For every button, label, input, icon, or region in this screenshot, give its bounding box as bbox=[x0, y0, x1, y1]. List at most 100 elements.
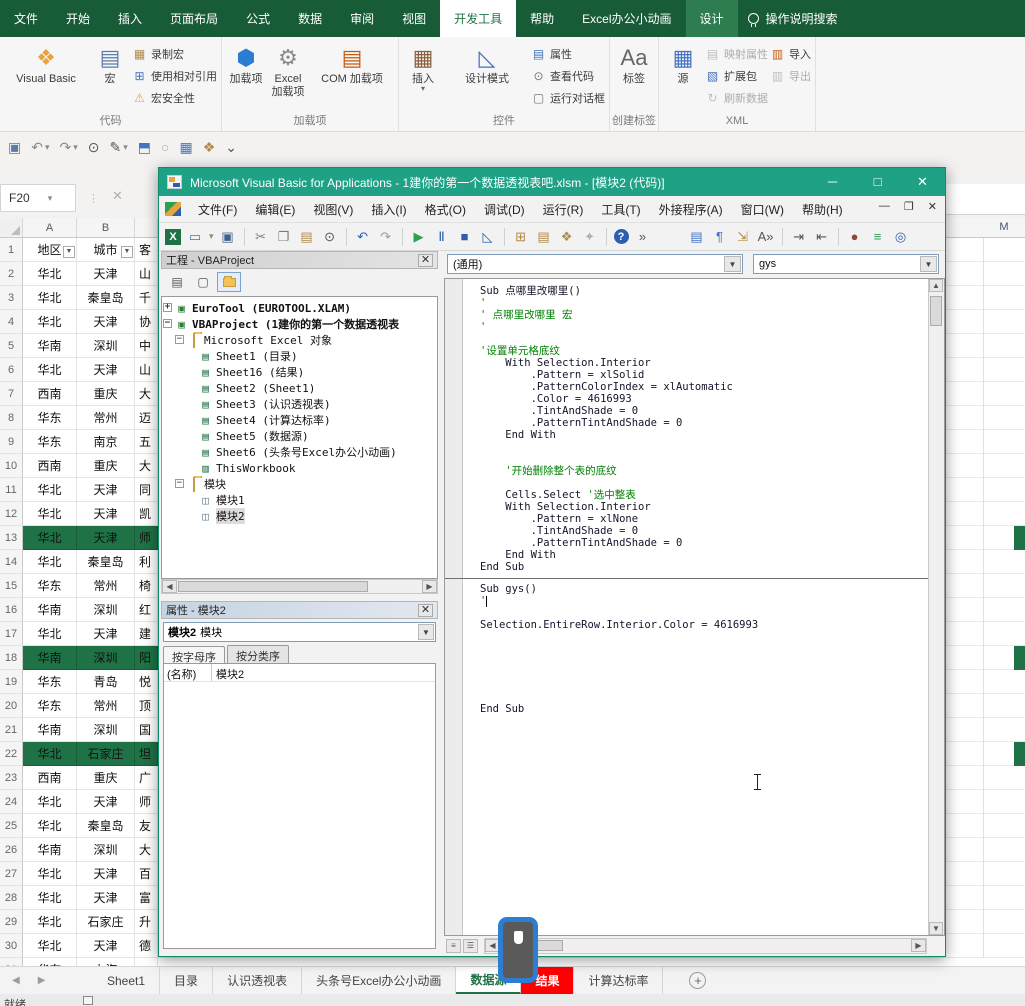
cell[interactable]: 大 bbox=[135, 454, 158, 478]
row-header-31[interactable]: 31 bbox=[0, 958, 23, 966]
code-line[interactable]: Selection.EntireRow.Interior.Color = 461… bbox=[463, 619, 928, 631]
cell[interactable]: 华北 bbox=[23, 478, 77, 502]
macro-record-icon[interactable] bbox=[83, 996, 93, 1005]
find-icon[interactable]: ⊙ bbox=[321, 228, 339, 246]
property-value[interactable]: 模块2 bbox=[212, 664, 435, 681]
code-line[interactable]: .TintAndShade = 0 bbox=[463, 525, 928, 537]
cell[interactable]: 客 bbox=[135, 238, 158, 262]
cell[interactable]: 天津 bbox=[77, 526, 135, 550]
design-mode-icon[interactable]: ◺ bbox=[479, 228, 497, 246]
cell[interactable]: 华东 bbox=[23, 430, 77, 454]
scrollbar-thumb[interactable] bbox=[178, 581, 368, 592]
form-icon[interactable]: ▦ bbox=[179, 139, 192, 156]
cell[interactable]: 华北 bbox=[23, 358, 77, 382]
cell[interactable]: 石家庄 bbox=[77, 910, 135, 934]
cancel-icon[interactable]: ✕ bbox=[112, 188, 123, 204]
filter-icon[interactable]: ▼ bbox=[121, 246, 133, 258]
ribbon-tab-developer[interactable]: 开发工具 bbox=[440, 0, 516, 37]
cell[interactable]: 华北 bbox=[23, 814, 77, 838]
property-row[interactable]: (名称)模块2 bbox=[164, 664, 435, 682]
cell[interactable]: 中 bbox=[135, 334, 158, 358]
row-header-10[interactable]: 10 bbox=[0, 454, 23, 478]
cell[interactable]: 天津 bbox=[77, 790, 135, 814]
row-header-6[interactable]: 6 bbox=[0, 358, 23, 382]
cell[interactable]: 华北 bbox=[23, 742, 77, 766]
sheet-next-icon[interactable]: ▶ bbox=[38, 975, 46, 986]
ribbon-tab-formulas[interactable]: 公式 bbox=[232, 0, 284, 37]
ribbon-tab-design[interactable]: 设计 bbox=[686, 0, 738, 37]
cell[interactable]: 华北 bbox=[23, 310, 77, 334]
chevron-down-icon[interactable]: ▼ bbox=[920, 256, 937, 272]
ribbon-tab-review[interactable]: 审阅 bbox=[336, 0, 388, 37]
column-header-b[interactable]: B bbox=[77, 218, 135, 237]
cell[interactable]: 秦皇岛 bbox=[77, 550, 135, 574]
cell[interactable]: 秦皇岛 bbox=[77, 286, 135, 310]
cell[interactable]: 上海 bbox=[77, 958, 135, 966]
close-icon[interactable]: ✕ bbox=[418, 254, 433, 267]
paste-icon[interactable]: ▤ bbox=[298, 228, 316, 246]
code-line[interactable]: ' 点哪里改哪里 宏 bbox=[463, 309, 928, 321]
scroll-right-icon[interactable]: ▶ bbox=[911, 939, 926, 952]
row-header-12[interactable]: 12 bbox=[0, 502, 23, 526]
row-header-4[interactable]: 4 bbox=[0, 310, 23, 334]
redo-icon[interactable]: ↷▾ bbox=[60, 139, 78, 156]
column-header-m-area[interactable]: M bbox=[946, 218, 1025, 238]
break-icon[interactable]: Ⅱ bbox=[433, 228, 451, 246]
code-line[interactable] bbox=[463, 607, 928, 619]
row-header-30[interactable]: 30 bbox=[0, 934, 23, 958]
cell[interactable]: 山 bbox=[135, 358, 158, 382]
ribbon-button[interactable]: Aa标签 bbox=[614, 41, 654, 86]
code-line[interactable]: .PatternColorIndex = xlAutomatic bbox=[463, 381, 928, 393]
procedure-dropdown[interactable]: gys ▼ bbox=[753, 254, 939, 274]
menu-item-9[interactable]: 窗口(W) bbox=[732, 198, 793, 221]
close-button[interactable]: ✕ bbox=[900, 168, 945, 196]
view-code-button[interactable]: ▤ bbox=[165, 272, 189, 292]
cell[interactable]: 利 bbox=[135, 550, 158, 574]
project-horizontal-scrollbar[interactable]: ◀ ▶ bbox=[161, 579, 438, 594]
cell[interactable]: 华北 bbox=[23, 910, 77, 934]
cell[interactable]: 师 bbox=[135, 790, 158, 814]
code-line[interactable]: .Pattern = xlSolid bbox=[463, 369, 928, 381]
code-line[interactable] bbox=[463, 667, 928, 679]
minimize-button[interactable]: ─ bbox=[810, 168, 855, 196]
ribbon-button[interactable]: ⚠宏安全性 bbox=[132, 88, 217, 107]
cell[interactable]: 华东 bbox=[23, 958, 77, 966]
procedure-view-button[interactable]: ≡ bbox=[446, 939, 461, 953]
ribbon-button[interactable]: ▦源 bbox=[663, 41, 703, 86]
ribbon-tab-excel-animation[interactable]: Excel办公小动画 bbox=[568, 0, 685, 37]
cell[interactable]: 国 bbox=[135, 718, 158, 742]
list-properties-icon[interactable]: ▤ bbox=[688, 228, 706, 246]
scroll-left-icon[interactable]: ◀ bbox=[162, 580, 177, 593]
copy-icon[interactable]: ❐ bbox=[275, 228, 293, 246]
row-header-18[interactable]: 18 bbox=[0, 646, 23, 670]
ribbon-tab-file[interactable]: 文件 bbox=[0, 0, 52, 37]
cell[interactable]: 华南 bbox=[23, 718, 77, 742]
print-preview-icon[interactable]: ⊙ bbox=[88, 139, 100, 156]
scroll-up-icon[interactable]: ▲ bbox=[929, 279, 943, 292]
code-line[interactable] bbox=[463, 477, 928, 489]
scroll-down-icon[interactable]: ▼ bbox=[929, 922, 943, 935]
cell[interactable]: 天津 bbox=[77, 622, 135, 646]
code-line[interactable]: .PatternTintAndShade = 0 bbox=[463, 537, 928, 549]
menu-item-10[interactable]: 帮助(H) bbox=[793, 198, 852, 221]
row-header-25[interactable]: 25 bbox=[0, 814, 23, 838]
name-box[interactable]: F20 ▾ bbox=[0, 184, 76, 212]
cell[interactable]: 华北 bbox=[23, 790, 77, 814]
tree-item-modules[interactable]: −模块 bbox=[162, 476, 437, 492]
margin-indicator-bar[interactable] bbox=[445, 279, 463, 935]
code-line[interactable] bbox=[463, 441, 928, 453]
cut-icon[interactable]: ✂ bbox=[252, 228, 270, 246]
ribbon-tab-page-layout[interactable]: 页面布局 bbox=[156, 0, 232, 37]
project-explorer-caption[interactable]: 工程 - VBAProject ✕ bbox=[161, 251, 438, 269]
menu-item-4[interactable]: 格式(O) bbox=[416, 198, 475, 221]
cell[interactable]: 华南 bbox=[23, 838, 77, 862]
sheet-tab-sheet1[interactable]: Sheet1 bbox=[93, 967, 160, 994]
menu-item-6[interactable]: 运行(R) bbox=[534, 198, 593, 221]
cell[interactable]: 常州 bbox=[77, 574, 135, 598]
row-header-20[interactable]: 20 bbox=[0, 694, 23, 718]
cell[interactable]: 青岛 bbox=[77, 670, 135, 694]
row-header-11[interactable]: 11 bbox=[0, 478, 23, 502]
ribbon-button[interactable]: ▤宏 bbox=[90, 41, 130, 86]
tell-me-search[interactable]: 操作说明搜索 bbox=[738, 0, 848, 37]
menu-item-2[interactable]: 视图(V) bbox=[304, 198, 362, 221]
